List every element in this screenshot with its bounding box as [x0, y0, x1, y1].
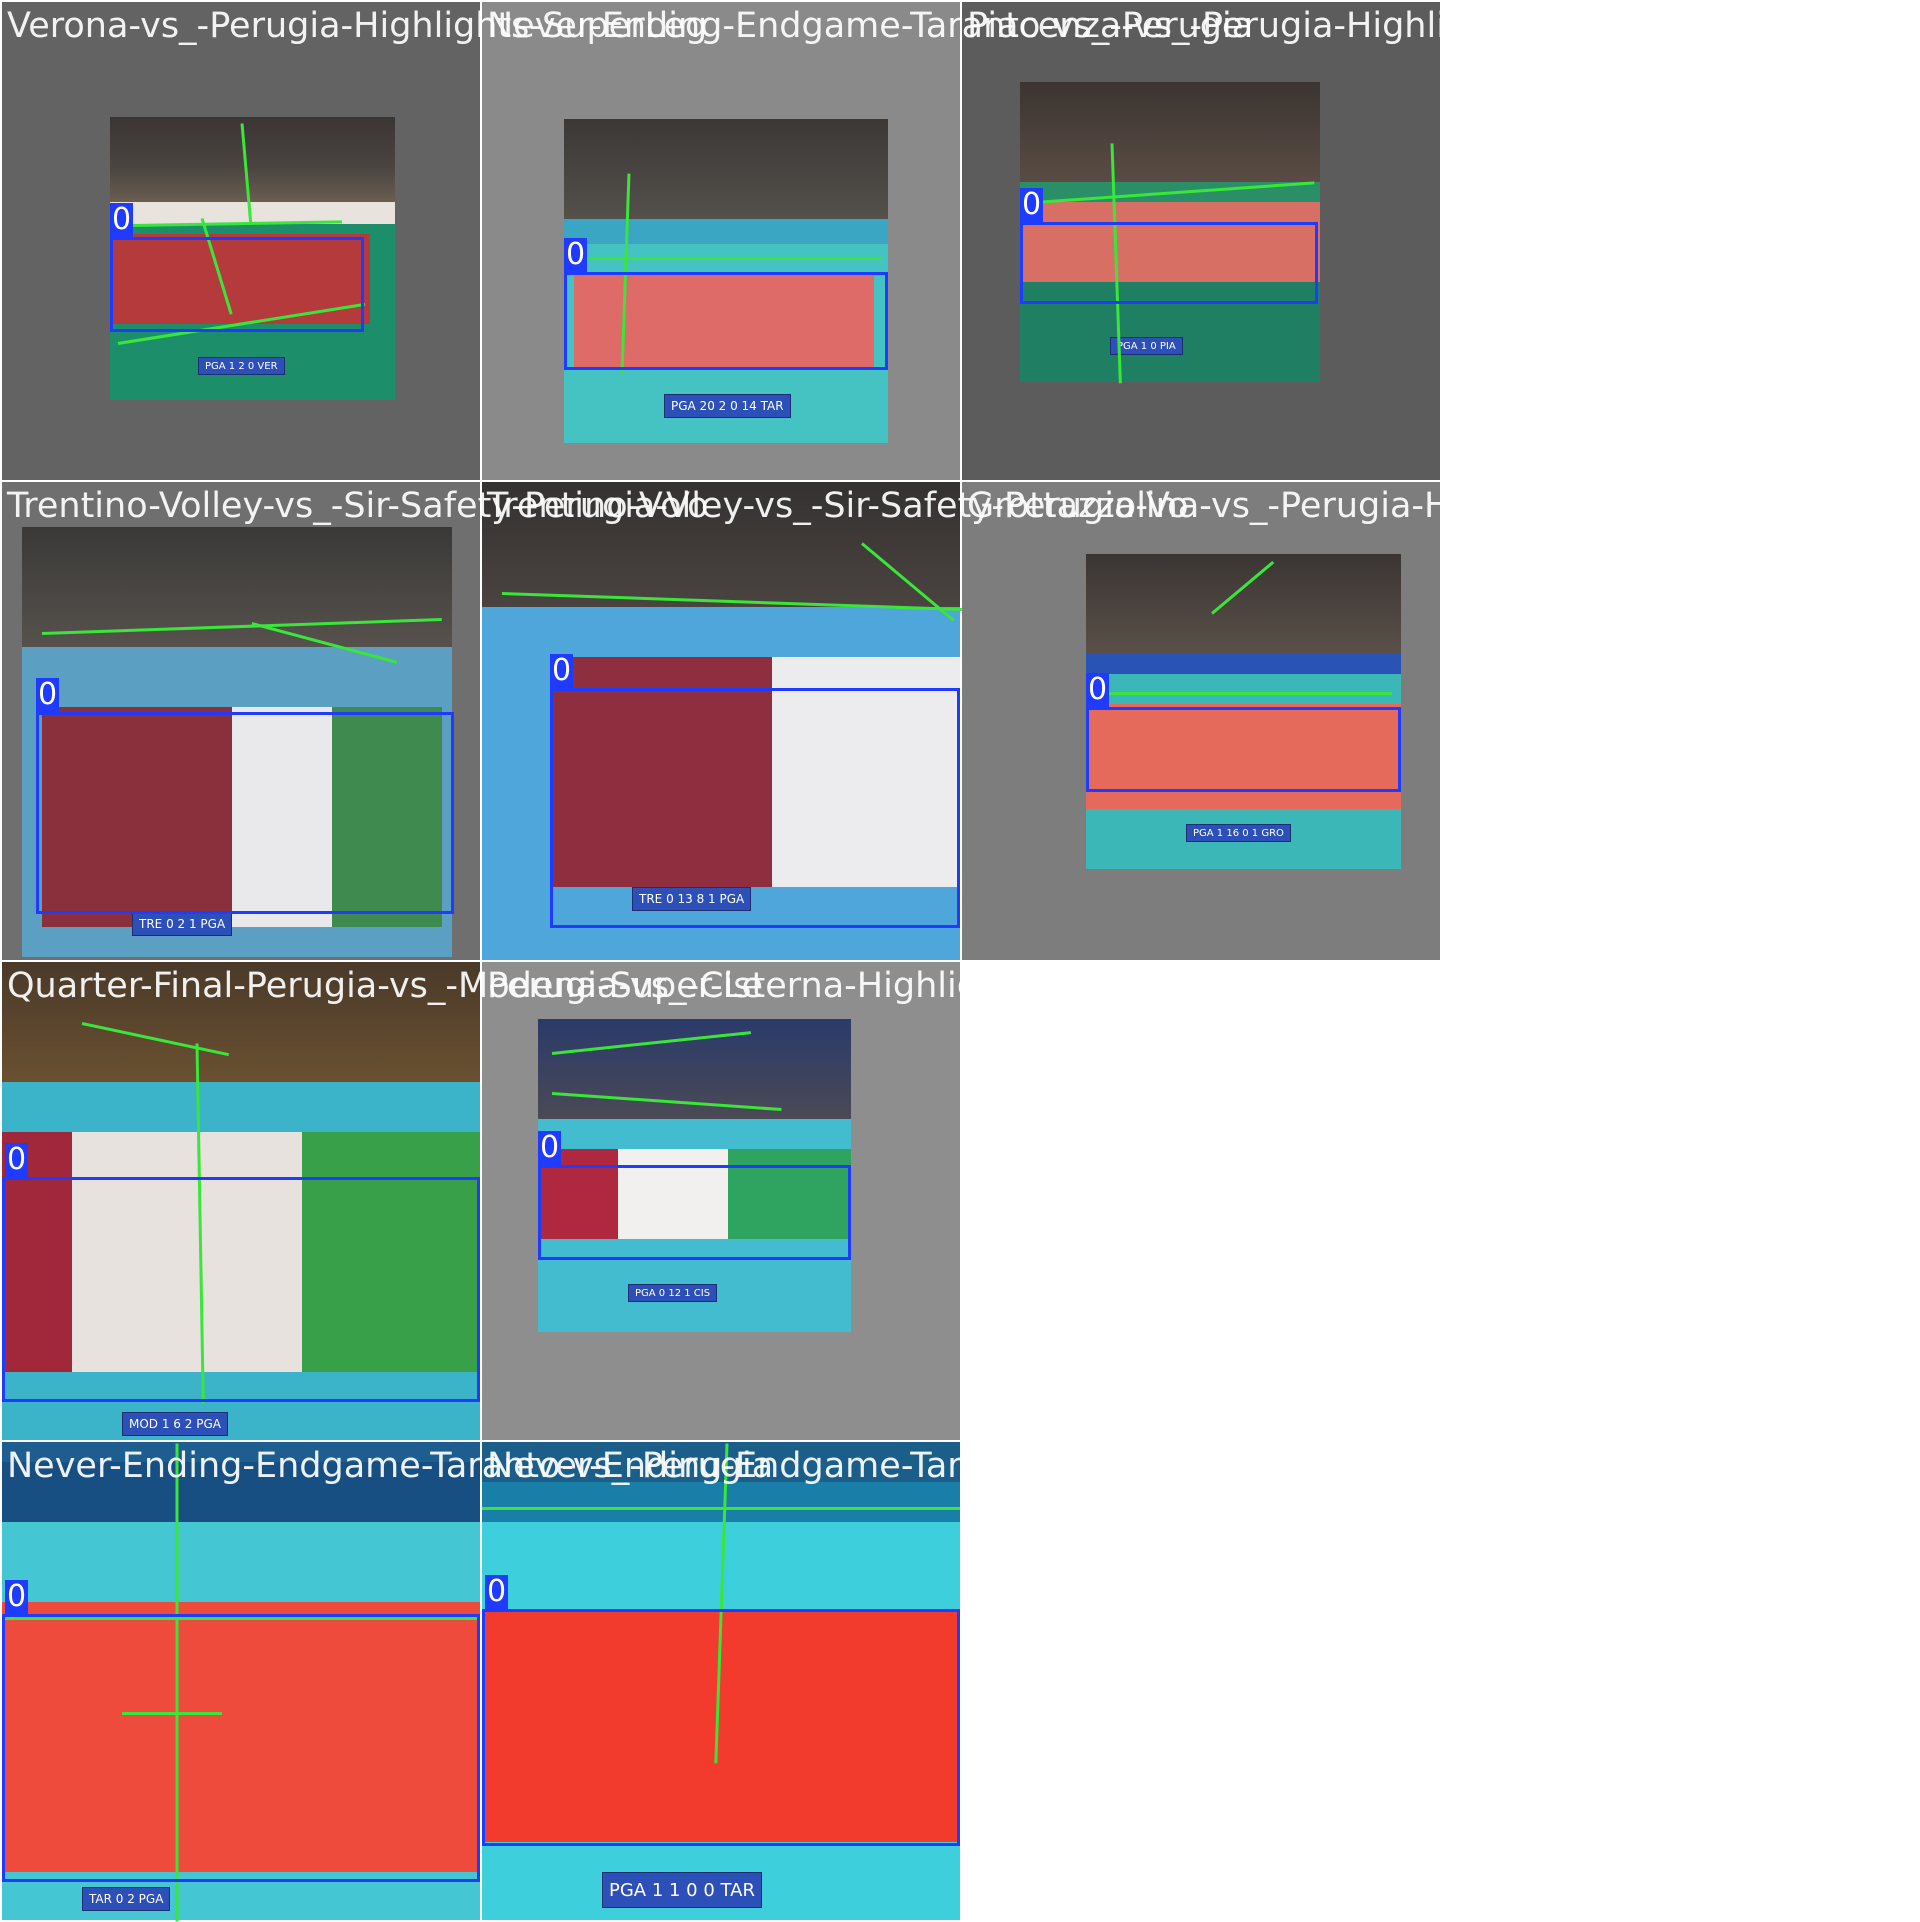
scoreboard: PGA 20 2 0 14 TAR	[664, 394, 791, 418]
detection-box: 0	[1020, 188, 1318, 304]
class-label: 0	[564, 237, 588, 272]
class-label: 0	[485, 1574, 509, 1609]
mosaic-tile: TRE 0 2 1 PGA 0 Trentino-Volley-vs_-Sir-…	[2, 482, 709, 960]
detection-box: 0	[110, 203, 364, 332]
ad-boards	[482, 1482, 960, 1522]
ad-boards	[2, 1462, 480, 1522]
crowd	[482, 482, 960, 607]
crowd	[564, 119, 888, 219]
detection-box: 0	[1086, 673, 1401, 792]
detection-box: 0	[36, 678, 454, 914]
crowd	[1086, 554, 1401, 654]
crowd	[2, 962, 480, 1082]
class-label: 0	[1020, 187, 1044, 222]
detection-box: 0	[2, 1580, 480, 1882]
court-line	[1092, 692, 1392, 695]
crowd	[22, 527, 452, 647]
crowd	[110, 117, 395, 202]
court-line	[482, 1507, 960, 1510]
scoreboard: TRE 0 2 1 PGA	[132, 912, 233, 936]
mosaic-tile: PGA 1 2 0 VER 0 Verona-vs_-Perugia-Highl…	[2, 2, 707, 480]
mosaic-tile: TRE 0 13 8 1 PGA 0 Trentino-Volley-vs_-S…	[482, 482, 1189, 960]
mosaic-tile: TAR 0 2 PGA 0 Never-Ending-Endgame-Taran…	[2, 1442, 773, 1922]
scoreboard: PGA 0 12 1 CIS	[628, 1284, 718, 1302]
scoreboard: PGA 1 0 PIA	[1110, 337, 1183, 355]
class-label: 0	[36, 677, 60, 712]
class-label: 0	[550, 653, 574, 688]
class-label: 0	[5, 1579, 29, 1614]
mosaic-tile: PGA 20 2 0 14 TAR 0 Never-Ending-Endgame…	[482, 2, 1253, 480]
class-label: 0	[538, 1130, 562, 1165]
detection-box: 0	[2, 1143, 480, 1402]
scoreboard: PGA 1 2 0 VER	[198, 357, 285, 375]
mosaic-tile: MOD 1 6 2 PGA 0 Quarter-Final-Perugia-vs…	[2, 962, 763, 1440]
detection-box: 0	[550, 654, 960, 928]
scoreboard: PGA 1 1 0 0 TAR	[602, 1872, 762, 1908]
ad-boards	[564, 219, 888, 244]
ad-boards	[110, 202, 395, 224]
class-label: 0	[110, 202, 134, 237]
crowd	[1020, 82, 1320, 182]
scoreboard: MOD 1 6 2 PGA	[122, 1412, 228, 1436]
detection-box: 0	[564, 238, 888, 370]
class-label: 0	[1086, 672, 1110, 707]
mosaic-grid: PGA 1 2 0 VER 0 Verona-vs_-Perugia-Highl…	[0, 0, 1920, 1922]
mosaic-tile: PGA 1 0 PIA 0 Piacenza-vs_-Perugia-Highl…	[962, 2, 1700, 480]
mosaic-tile: PGA 1 1 0 0 TAR 0 Never-Ending-Endgame-T…	[482, 1442, 1253, 1920]
detection-box: 0	[538, 1131, 851, 1260]
class-label: 0	[5, 1142, 29, 1177]
detection-box: 0	[482, 1575, 960, 1846]
scoreboard: TAR 0 2 PGA	[82, 1887, 171, 1911]
court-line	[582, 257, 882, 260]
scoreboard: PGA 1 16 0 1 GRO	[1186, 824, 1291, 842]
ad-boards	[1086, 654, 1401, 674]
mosaic-tile: PGA 0 12 1 CIS 0 Perugia-vs_-Cisterna-Hi…	[482, 962, 1211, 1440]
mosaic-tile: PGA 1 16 0 1 GRO 0 Grottazzolina-vs_-Per…	[962, 482, 1680, 960]
